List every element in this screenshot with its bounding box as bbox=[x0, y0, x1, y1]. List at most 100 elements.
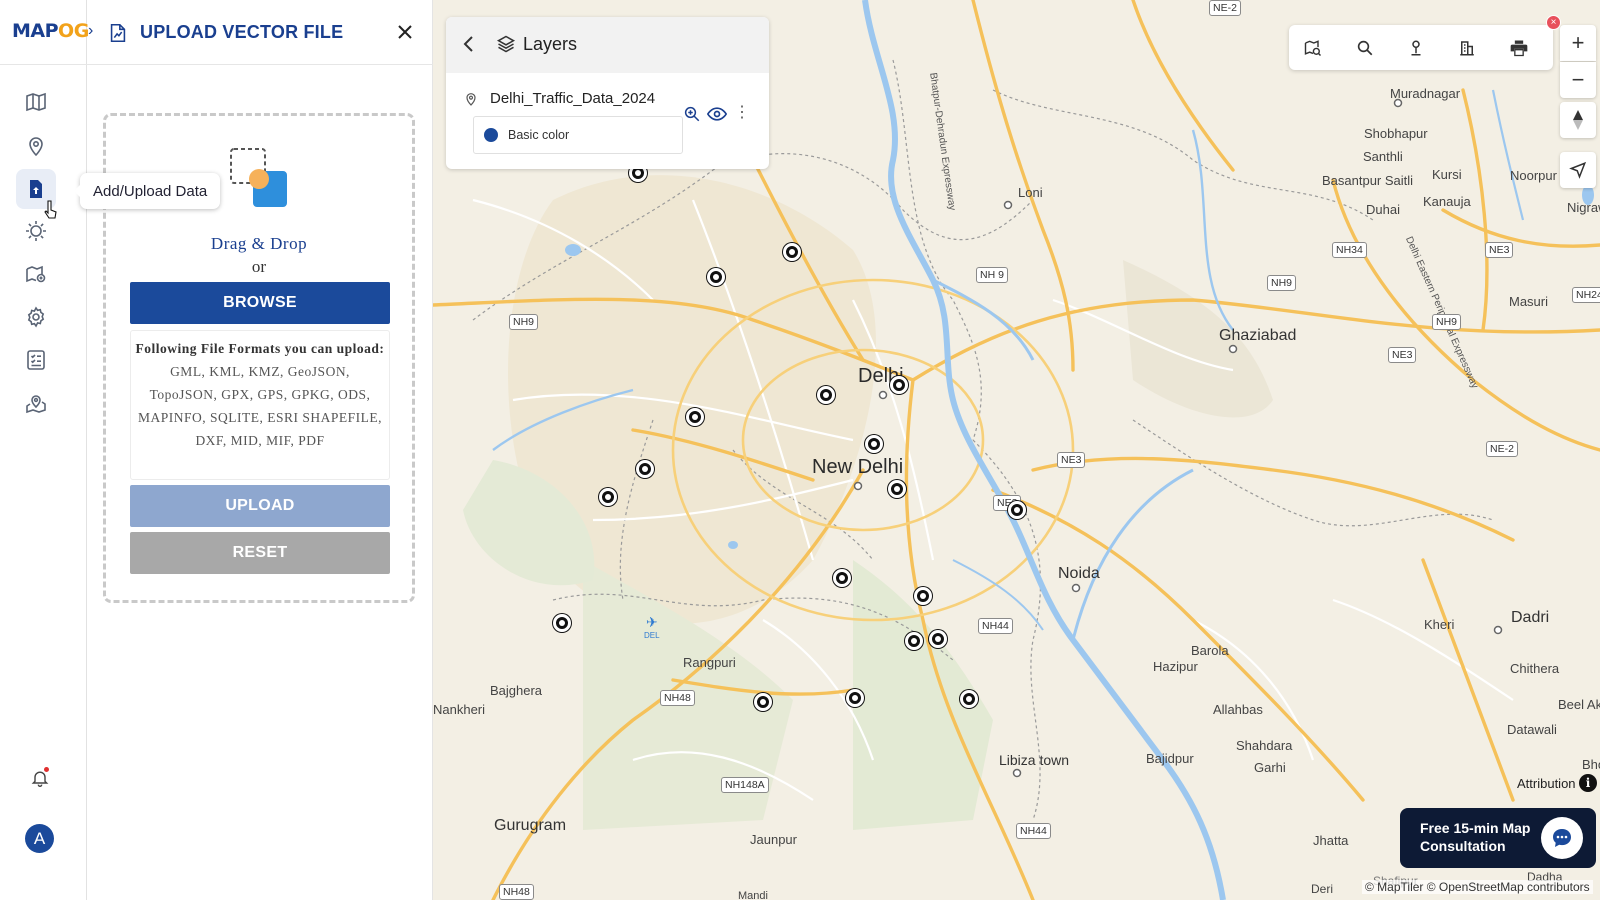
close-panel-button[interactable] bbox=[393, 20, 417, 44]
traffic-marker[interactable] bbox=[888, 480, 906, 498]
layer-name[interactable]: Delhi_Traffic_Data_2024 bbox=[490, 90, 655, 107]
rail-item-marker[interactable] bbox=[16, 384, 56, 424]
rail-item-location[interactable] bbox=[16, 126, 56, 166]
traffic-marker[interactable] bbox=[599, 488, 617, 506]
traffic-marker[interactable] bbox=[686, 408, 704, 426]
place-noida: Noida bbox=[1058, 565, 1100, 582]
minus-icon: − bbox=[1571, 67, 1585, 92]
traffic-marker[interactable] bbox=[914, 587, 932, 605]
attribution-label[interactable]: Attribution bbox=[1517, 776, 1576, 791]
place-new-delhi: New Delhi bbox=[812, 456, 904, 478]
upload-panel: › UPLOAD VECTOR FILE Drag & Drop or BROW… bbox=[87, 0, 433, 900]
reset-button[interactable]: RESET bbox=[130, 532, 390, 574]
traffic-marker[interactable] bbox=[960, 690, 978, 708]
chat-button[interactable] bbox=[1541, 817, 1583, 859]
map-icon bbox=[26, 92, 46, 112]
place-barola: Barola bbox=[1191, 643, 1229, 658]
tooltip-add-upload: Add/Upload Data bbox=[73, 173, 221, 209]
traffic-marker[interactable] bbox=[890, 376, 908, 394]
place-shobhapur: Shobhapur bbox=[1364, 126, 1428, 141]
search-icon bbox=[1357, 40, 1373, 56]
tool-map-search[interactable] bbox=[1301, 36, 1325, 60]
place-bajidpur: Bajidpur bbox=[1146, 751, 1194, 766]
or-label: or bbox=[251, 257, 267, 276]
location-pin-icon bbox=[29, 137, 43, 157]
toolbar-close-button[interactable]: × bbox=[1546, 15, 1561, 30]
formats-title: Following File Formats you can upload: bbox=[135, 341, 385, 356]
consultation-text: Free 15-min Map Consultation bbox=[1420, 819, 1530, 855]
tool-building[interactable] bbox=[1455, 36, 1479, 60]
map-analysis-icon bbox=[26, 265, 46, 283]
map-search-icon bbox=[1304, 40, 1322, 57]
shield-nh34: NH34 bbox=[1332, 242, 1367, 258]
avatar-initial: A bbox=[33, 828, 46, 848]
drag-drop-label: Drag & Drop bbox=[210, 234, 308, 253]
traffic-marker[interactable] bbox=[783, 243, 801, 261]
traffic-marker[interactable] bbox=[833, 569, 851, 587]
traffic-marker[interactable] bbox=[754, 693, 772, 711]
back-chevron-icon[interactable] bbox=[462, 34, 476, 54]
place-gurugram: Gurugram bbox=[494, 817, 567, 834]
layer-style-selector[interactable]: Basic color bbox=[473, 116, 683, 154]
place-loni: Loni bbox=[1018, 185, 1043, 200]
consult-line-2: Consultation bbox=[1420, 838, 1506, 854]
notifications-button[interactable] bbox=[24, 762, 56, 794]
layers-title: Layers bbox=[523, 34, 578, 54]
avatar[interactable]: A bbox=[25, 824, 54, 853]
map-toolbar bbox=[1289, 25, 1553, 70]
upload-file-icon bbox=[30, 180, 42, 198]
place-deri: Deri bbox=[1311, 882, 1334, 896]
close-icon bbox=[398, 25, 412, 39]
zoom-out-button[interactable]: − bbox=[1560, 62, 1596, 98]
left-rail: MAPOG A bbox=[0, 0, 89, 900]
upload-button[interactable]: UPLOAD bbox=[130, 485, 390, 527]
breadcrumb-chevron-icon[interactable]: › bbox=[88, 22, 93, 40]
consultation-widget[interactable]: Free 15-min Map Consultation bbox=[1400, 808, 1596, 868]
map-canvas[interactable]: Delhi New Delhi Noida Ghaziabad Gurugram… bbox=[433, 0, 1600, 900]
map-credits[interactable]: © MapTiler © OpenStreetMap contributors bbox=[1362, 880, 1593, 894]
place-jaunpur: Jaunpur bbox=[750, 832, 797, 847]
logo-text-accent: OG bbox=[58, 20, 89, 42]
drag-drop-illustration-icon bbox=[230, 148, 287, 207]
visibility-eye-icon[interactable] bbox=[707, 106, 727, 122]
traffic-marker[interactable] bbox=[636, 460, 654, 478]
shield-ne2-right: NE-2 bbox=[1486, 441, 1518, 457]
place-beel-akb: Beel Akb bbox=[1558, 697, 1600, 712]
layer-more-options-icon[interactable]: ⋮ bbox=[734, 105, 750, 121]
place-kursi: Kursi bbox=[1432, 167, 1462, 182]
compass-button[interactable] bbox=[1560, 102, 1596, 138]
mouse-cursor-icon bbox=[44, 200, 57, 219]
color-swatch bbox=[484, 128, 498, 142]
shield-ne3-right: NE3 bbox=[1485, 242, 1514, 258]
browse-button[interactable]: BROWSE bbox=[130, 282, 390, 324]
place-garhi: Garhi bbox=[1254, 760, 1286, 775]
tool-pin[interactable] bbox=[1404, 36, 1428, 60]
place-datawali: Datawali bbox=[1507, 722, 1557, 737]
traffic-marker[interactable] bbox=[817, 386, 835, 404]
traffic-marker[interactable] bbox=[707, 268, 725, 286]
rail-item-settings[interactable] bbox=[16, 297, 56, 337]
place-bho: Bho bbox=[1582, 757, 1600, 772]
zoom-to-layer-icon[interactable] bbox=[683, 105, 701, 123]
tool-search[interactable] bbox=[1353, 36, 1377, 60]
plus-icon: + bbox=[1571, 30, 1585, 55]
traffic-marker[interactable] bbox=[929, 630, 947, 648]
traffic-marker[interactable] bbox=[1008, 501, 1026, 519]
place-duhai: Duhai bbox=[1366, 202, 1400, 217]
rail-item-analysis[interactable] bbox=[16, 254, 56, 294]
rail-item-map[interactable] bbox=[16, 82, 56, 122]
traffic-marker[interactable] bbox=[846, 689, 864, 707]
locate-button[interactable] bbox=[1560, 152, 1596, 188]
info-icon[interactable]: i bbox=[1579, 774, 1597, 792]
tool-print[interactable] bbox=[1507, 36, 1531, 60]
checklist-icon bbox=[27, 350, 45, 370]
rail-item-checklist[interactable] bbox=[16, 340, 56, 380]
place-hazipur: Hazipur bbox=[1153, 659, 1198, 674]
zoom-in-button[interactable]: + bbox=[1560, 25, 1596, 61]
traffic-marker[interactable] bbox=[865, 435, 883, 453]
rail-divider bbox=[0, 64, 87, 65]
shield-nh44-mid: NH44 bbox=[978, 618, 1013, 634]
traffic-marker[interactable] bbox=[553, 614, 571, 632]
traffic-marker[interactable] bbox=[905, 632, 923, 650]
mapog-logo[interactable]: MAPOG bbox=[12, 20, 89, 42]
